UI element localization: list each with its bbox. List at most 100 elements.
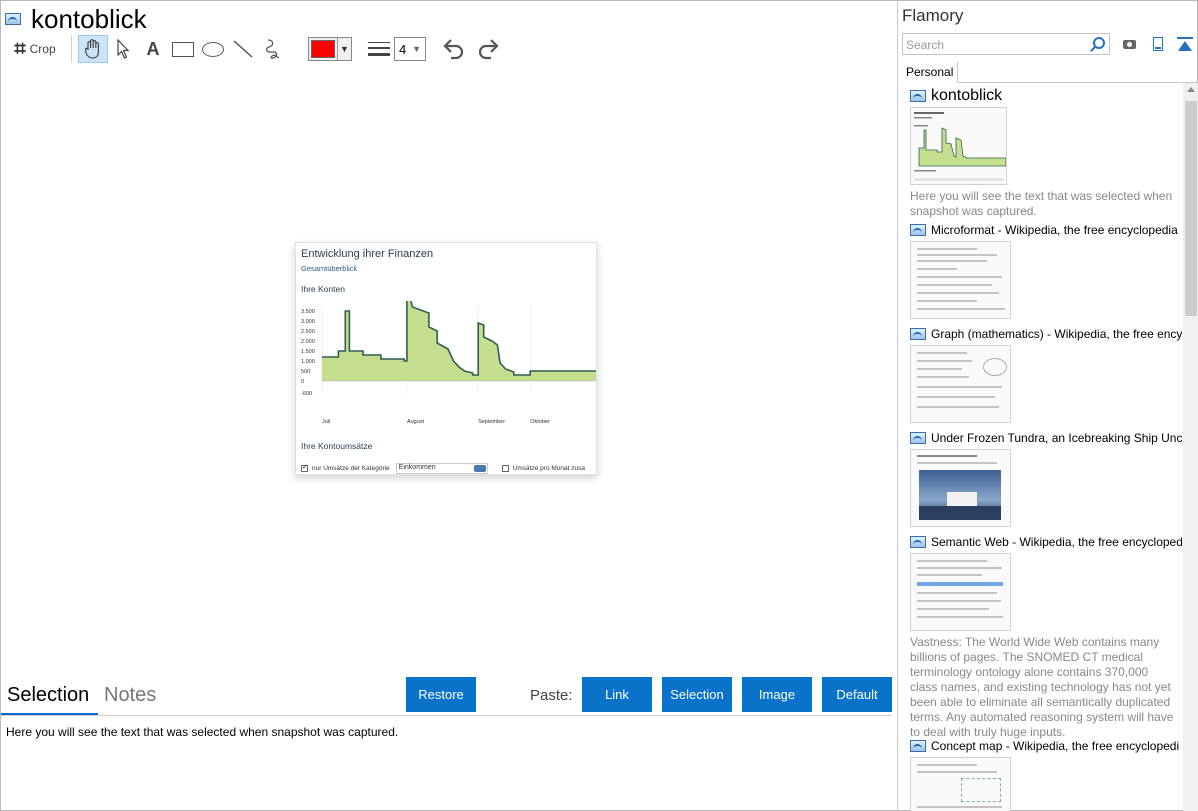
- annotation-toolbar: ⌗ Crop A ▼ 4 ▼: [5, 34, 504, 64]
- flamory-icon: [5, 13, 21, 25]
- text-tool-button[interactable]: A: [138, 35, 168, 63]
- selection-panel: Selection Notes Restore Paste: Link Sele…: [1, 677, 897, 811]
- text-tool-icon: A: [146, 38, 160, 59]
- app-window: kontoblick ⌗ Crop A ▼ 4 ▼ Entwicklung ih…: [0, 0, 1198, 811]
- list-item[interactable]: Graph (mathematics) - Wikipedia, the fre…: [910, 326, 1182, 423]
- y-tick-label: -600: [301, 391, 312, 397]
- list-item-header: Semantic Web - Wikipedia, the free encyc…: [910, 534, 1182, 550]
- line-width-select[interactable]: 4 ▼: [394, 37, 426, 61]
- list-item-title: Microformat - Wikipedia, the free encycl…: [931, 223, 1178, 237]
- line-width-value: 4: [399, 41, 407, 57]
- list-item-thumbnail: [910, 449, 1011, 527]
- search-input[interactable]: Search: [902, 33, 1110, 55]
- undo-icon: [443, 39, 464, 60]
- chevron-down-icon: ▼: [337, 38, 351, 60]
- y-tick-label: 500: [301, 369, 310, 375]
- list-item-thumbnail: [910, 345, 1011, 423]
- rectangle-tool-button[interactable]: [168, 35, 198, 63]
- sidebar-title: Flamory: [902, 6, 964, 25]
- color-picker[interactable]: ▼: [308, 37, 352, 61]
- camera-icon[interactable]: [1122, 36, 1138, 52]
- category-checkbox: [301, 463, 308, 472]
- snapshot-image[interactable]: Entwicklung ihrer Finanzen Gesamtüberbli…: [295, 242, 597, 475]
- document-title[interactable]: kontoblick: [31, 5, 147, 33]
- tab-divider: [1, 715, 891, 716]
- paste-label: Paste:: [530, 687, 573, 704]
- list-item-thumbnail: [910, 107, 1007, 185]
- flamory-icon: [910, 90, 926, 102]
- snapshot-transactions-heading: Ihre Kontoumsätze: [301, 441, 373, 451]
- ellipse-icon: [202, 41, 224, 57]
- list-item[interactable]: Semantic Web - Wikipedia, the free encyc…: [910, 534, 1182, 740]
- y-tick-label: 2.500: [301, 329, 315, 335]
- flamory-icon: [910, 432, 926, 444]
- list-item-thumbnail: [910, 757, 1011, 811]
- list-item-header: Under Frozen Tundra, an Icebreaking Ship…: [910, 430, 1182, 446]
- toolbar-divider: [71, 35, 72, 63]
- list-item-title: Concept map - Wikipedia, the free encycl…: [931, 739, 1180, 753]
- select-tool-button[interactable]: [108, 35, 138, 63]
- tab-selection[interactable]: Selection: [7, 684, 89, 707]
- line-width-icon: [368, 40, 390, 58]
- list-item-header: Microformat - Wikipedia, the free encycl…: [910, 222, 1182, 238]
- document-header: kontoblick: [5, 5, 147, 33]
- cursor-icon: [117, 39, 130, 59]
- paste-link-button[interactable]: Link: [582, 677, 652, 712]
- list-item-thumbnail: [910, 553, 1011, 631]
- flamory-icon: [910, 740, 926, 752]
- list-item-header: kontoblick: [910, 88, 1182, 104]
- restore-button[interactable]: Restore: [406, 677, 476, 712]
- mini-chart-thumbnail: [914, 112, 1006, 181]
- x-tick-label: August: [407, 419, 425, 425]
- list-item-title: kontoblick: [931, 88, 1003, 104]
- y-tick-label: 3.000: [301, 319, 315, 325]
- crop-button[interactable]: ⌗ Crop: [5, 35, 65, 63]
- account-balance-chart: 3.500 3.000 2.500 2.000 1.500 1.000 500 0 -600 Ju…: [301, 301, 596, 425]
- tab-personal[interactable]: Personal: [902, 62, 959, 83]
- hand-tool-button[interactable]: [78, 35, 108, 63]
- list-item-header: Concept map - Wikipedia, the free encycl…: [910, 738, 1182, 754]
- list-item[interactable]: Microformat - Wikipedia, the free encycl…: [910, 222, 1182, 319]
- freehand-tool-button[interactable]: [258, 35, 288, 63]
- line-tool-button[interactable]: [228, 35, 258, 63]
- list-item[interactable]: kontoblick Here you will see the text th…: [910, 88, 1182, 219]
- scroll-up-icon[interactable]: [1187, 87, 1195, 92]
- rectangle-icon: [172, 41, 194, 57]
- list-item[interactable]: Under Frozen Tundra, an Icebreaking Ship…: [910, 430, 1182, 527]
- hand-icon: [84, 39, 99, 59]
- document-icon[interactable]: [1150, 36, 1166, 52]
- line-icon: [233, 40, 253, 58]
- undo-button[interactable]: [438, 35, 468, 63]
- sidebar-scrollbar[interactable]: [1183, 83, 1198, 811]
- redo-button[interactable]: [474, 35, 504, 63]
- snapshot-subheading: Gesamtüberblick: [301, 264, 358, 273]
- flamory-icon: [910, 224, 926, 236]
- search-placeholder: Search: [906, 38, 945, 52]
- color-swatch: [311, 40, 335, 58]
- collapse-icon[interactable]: [1177, 36, 1193, 52]
- scroll-thumb[interactable]: [1185, 101, 1197, 316]
- paste-selection-button[interactable]: Selection: [662, 677, 732, 712]
- search-icon[interactable]: [1093, 37, 1105, 49]
- paste-default-button[interactable]: Default: [822, 677, 892, 712]
- list-item-title: Graph (mathematics) - Wikipedia, the fre…: [931, 327, 1182, 341]
- crop-label: Crop: [29, 42, 56, 56]
- list-item-title: Semantic Web - Wikipedia, the free encyc…: [931, 535, 1182, 549]
- snapshot-list: kontoblick Here you will see the text th…: [898, 83, 1183, 811]
- ellipse-tool-button[interactable]: [198, 35, 228, 63]
- x-tick-label: September: [478, 419, 505, 425]
- redo-icon: [478, 39, 499, 60]
- ship-photo: [919, 470, 1001, 520]
- paste-image-button[interactable]: Image: [742, 677, 812, 712]
- x-tick-label: Oktober: [530, 419, 550, 425]
- y-tick-label: 2.000: [301, 339, 315, 345]
- tab-notes[interactable]: Notes: [104, 684, 156, 707]
- list-item[interactable]: Concept map - Wikipedia, the free encycl…: [910, 738, 1182, 811]
- editor-pane: kontoblick ⌗ Crop A ▼ 4 ▼ Entwicklung ih…: [1, 1, 897, 811]
- list-item-header: Graph (mathematics) - Wikipedia, the fre…: [910, 326, 1182, 342]
- y-tick-label: 1.000: [301, 359, 315, 365]
- snapshot-canvas[interactable]: Entwicklung ihrer Finanzen Gesamtüberbli…: [1, 67, 897, 679]
- list-item-thumbnail: [910, 241, 1011, 319]
- monthly-checkbox: [501, 464, 509, 472]
- selection-text[interactable]: Here you will see the text that was sele…: [6, 725, 398, 739]
